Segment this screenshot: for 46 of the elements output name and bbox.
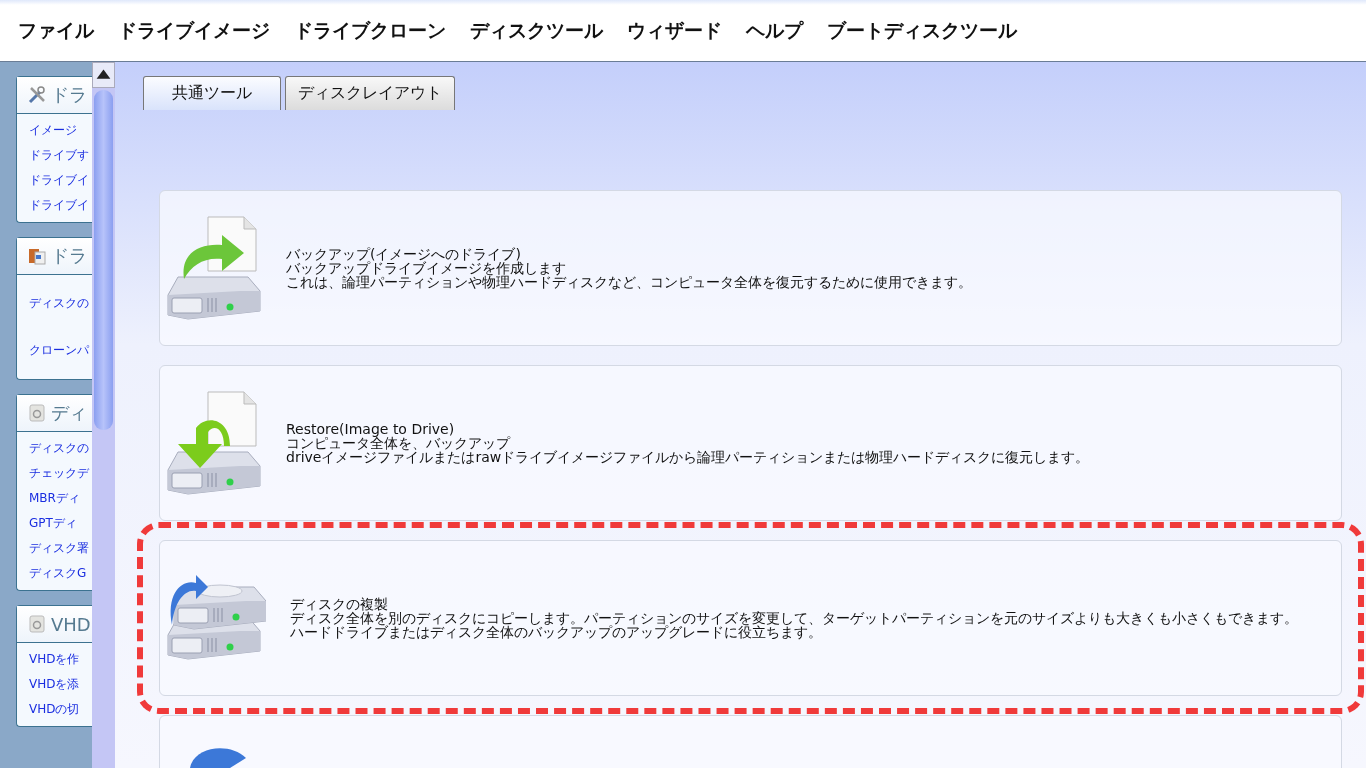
sidebar-link[interactable]: ドライブイ [29, 197, 89, 214]
sidebar-link[interactable]: VHDの切 [29, 701, 80, 718]
card-description: ディスク全体を別のディスクにコピーします。パーティションのサイズを変更して、ターゲットパーティションを元のサイズよりも大きくも小さくもできます。 [290, 611, 1298, 625]
tab[interactable]: 共通ツール [143, 76, 281, 110]
menu-item[interactable]: ドライブクローン [282, 17, 458, 44]
card-title: ディスクの複製 [290, 597, 389, 611]
tools-icon [27, 85, 47, 105]
sidebar-link[interactable]: チェックデ [29, 465, 89, 482]
sidebar-link[interactable]: MBRディ [29, 490, 80, 507]
drive-restore-icon [166, 388, 262, 498]
sidebar-link[interactable]: ドライブす [29, 147, 89, 164]
drive-backup-icon [166, 213, 262, 323]
card-description: これは、論理パーティションや物理ハードディスクなど、コンピュータ全体を復元するために使用できます。 [286, 275, 972, 289]
card-title: Restore(Image to Drive) [286, 422, 456, 436]
card-description: コンピュータ全体を、バックアップ [286, 436, 512, 450]
menu-item[interactable]: ヘルプ [734, 17, 815, 44]
sidebar-link[interactable]: GPTディ [29, 515, 77, 532]
menu-item[interactable]: ディスクツール [458, 17, 615, 44]
drive-copy-icon [166, 573, 266, 663]
document-icon [27, 614, 47, 634]
tool-card[interactable]: Restore(Image to Drive) コンピュータ全体を、バックアップ driveイメージファイルまたはrawドライブイメージファイルから論理パーティションまたは物理ハードディスクに復元します。 [159, 365, 1342, 521]
card-description: driveイメージファイルまたはrawドライブイメージファイルから論理パーティションまたは物理ハードディスクに復元します。 [286, 450, 1090, 464]
sidebar-link[interactable]: ディスクG [29, 565, 87, 582]
sidebar-link[interactable]: VHDを添 [29, 676, 80, 693]
menu-item[interactable]: ファイル [6, 17, 106, 44]
menu-item[interactable]: ブートディスクツール [815, 17, 1029, 44]
card-description: バックアップドライブイメージを作成します [286, 261, 567, 275]
sidebar-link[interactable]: ディスクの [29, 440, 89, 457]
card-title: バックアップ(イメージへのドライブ) [286, 247, 521, 261]
menu-item[interactable]: ドライブイメージ [106, 17, 282, 44]
tool-card[interactable]: ディスクの複製 ディスク全体を別のディスクにコピーします。パーティションのサイズを変更して、ターゲットパーティションを元のサイズよりも大きくも小さくもできます。 ハードドライブまたはディスク全体のバックアップのアップグレードに役立ちます。 [159, 540, 1342, 696]
scrollbar[interactable] [92, 62, 115, 768]
clipboard-icon [27, 246, 47, 266]
scrollbar-thumb[interactable] [94, 90, 113, 430]
scroll-up-icon[interactable] [92, 62, 115, 88]
tool-card[interactable]: バックアップ(イメージへのドライブ) バックアップドライブイメージを作成します これは、論理パーティションや物理ハードディスクなど、コンピュータ全体を復元するために使用できます。 [159, 190, 1342, 346]
sidebar-link[interactable]: イメージ [29, 122, 77, 139]
sidebar-link[interactable]: ドライブイ [29, 172, 89, 189]
card-description: ハードドライブまたはディスク全体のバックアップのアップグレードに役立ちます。 [290, 625, 823, 639]
tab[interactable]: ディスクレイアウト [285, 76, 455, 110]
menu-item[interactable]: ウィザード [615, 17, 734, 44]
sidebar-link[interactable]: クローンパ [29, 342, 89, 359]
document-icon [27, 403, 47, 423]
sidebar-link[interactable]: VHDを作 [29, 651, 80, 668]
sidebar-link[interactable]: ディスク署 [29, 540, 89, 557]
sidebar-link[interactable]: ディスクの [29, 295, 89, 312]
